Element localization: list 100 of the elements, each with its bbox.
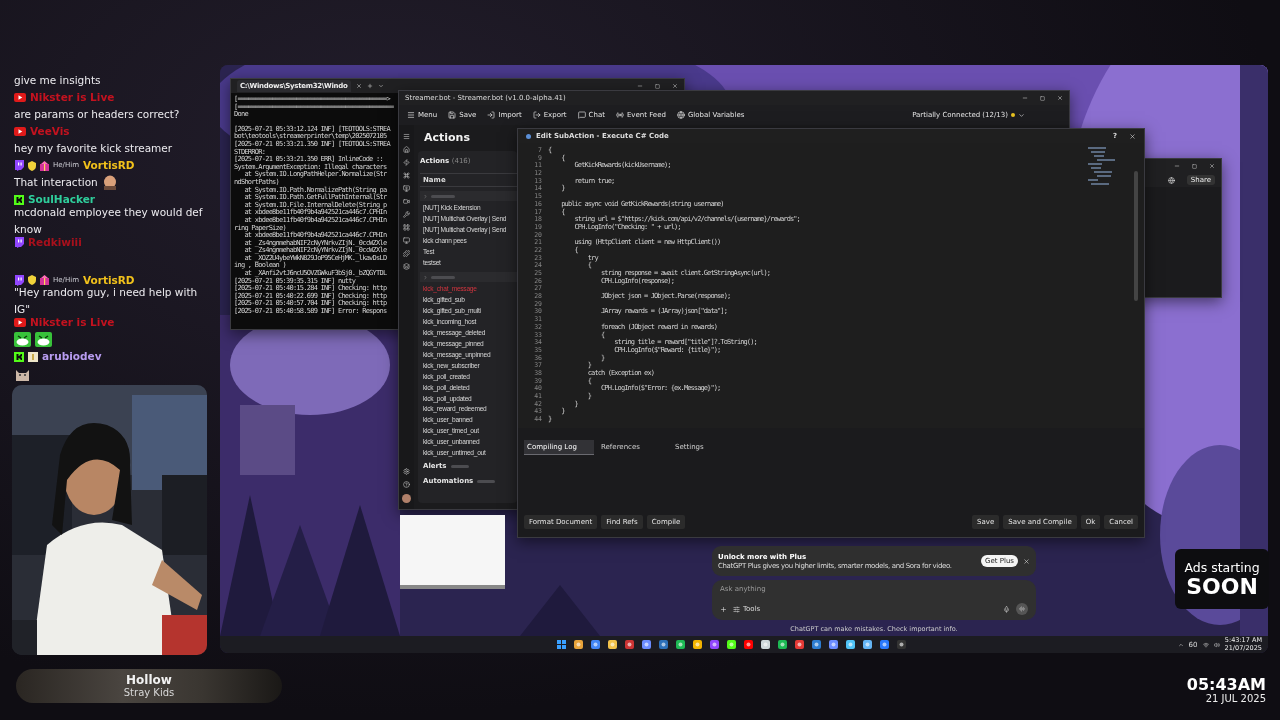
- bald-head-emote-icon: [101, 175, 118, 190]
- chevron-right-icon: [423, 274, 428, 280]
- close-icon[interactable]: [672, 83, 678, 89]
- close-icon[interactable]: [1023, 557, 1030, 565]
- puzzle-icon[interactable]: [403, 250, 410, 257]
- chat-username: Redkiwiii: [28, 234, 82, 250]
- menu-icon: [407, 111, 415, 119]
- speech-badge-icon: [14, 160, 24, 171]
- app-tile-icon[interactable]: [591, 640, 601, 649]
- chat-username: Nikster is Live: [30, 90, 115, 105]
- chat-message: "Hey random guy, i need help with IG": [14, 285, 199, 318]
- grid-icon[interactable]: [403, 224, 410, 231]
- chevron-up-icon[interactable]: [1177, 641, 1184, 648]
- app-tile-icon[interactable]: [744, 640, 754, 649]
- arrow-out-bar-icon: [532, 111, 541, 119]
- maximize-icon[interactable]: [655, 83, 660, 89]
- chat-message: mcdonald employee they would def know: [14, 204, 204, 237]
- close-icon[interactable]: [355, 83, 362, 89]
- gift-badge-icon: [40, 160, 49, 171]
- chat-username: arubiodev: [42, 349, 102, 364]
- video-camera-icon[interactable]: [403, 198, 410, 205]
- page-heading: Actions: [424, 131, 470, 145]
- close-icon[interactable]: [1129, 132, 1136, 140]
- plus-icon[interactable]: [366, 83, 373, 89]
- app-tile-icon[interactable]: [846, 640, 856, 649]
- chat-username: SoulHacker: [28, 192, 95, 207]
- overlay-date: 21 JUL 2025: [1205, 693, 1266, 705]
- hamburger-menu-icon[interactable]: [403, 133, 410, 140]
- four-squares-icon[interactable]: [557, 640, 567, 649]
- speech-badge-icon: [14, 236, 24, 248]
- maximize-icon[interactable]: [1192, 163, 1197, 169]
- play-badge-icon: [14, 318, 26, 327]
- monitor-icon[interactable]: [403, 237, 410, 244]
- app-tile-icon[interactable]: [863, 640, 873, 649]
- app-tile-icon[interactable]: [625, 640, 635, 649]
- monitor-play-icon[interactable]: [403, 185, 410, 192]
- app-tile-icon[interactable]: [608, 640, 618, 649]
- chevron-down-icon: [1018, 111, 1025, 119]
- app-tile-icon[interactable]: [727, 640, 737, 649]
- app-tile-icon[interactable]: [829, 640, 839, 649]
- app-tile-icon[interactable]: [659, 640, 669, 649]
- chat-message: That interaction: [14, 175, 98, 190]
- speech-badge-icon: [14, 274, 24, 286]
- shield-badge-icon: [28, 160, 36, 171]
- play-badge-icon: [14, 127, 26, 136]
- app-tile-icon[interactable]: [574, 640, 584, 649]
- settings-icon[interactable]: [403, 468, 410, 475]
- wrench-icon[interactable]: [403, 211, 410, 218]
- app-tile-icon[interactable]: [642, 640, 652, 649]
- close-icon[interactable]: [1057, 95, 1063, 101]
- chat-message: give me insights: [14, 73, 101, 88]
- overlay-time: 05:43AM: [1186, 676, 1266, 693]
- play-badge-icon: [14, 93, 26, 102]
- laughing-emote-icon: [14, 332, 31, 347]
- layers-icon[interactable]: [403, 263, 410, 270]
- chevron-right-icon: [423, 193, 428, 199]
- chat-username: VeeVis: [30, 124, 70, 139]
- globe-icon[interactable]: [1167, 176, 1175, 184]
- ribbon-badge-icon: [28, 351, 38, 362]
- app-tile-icon[interactable]: [812, 640, 822, 649]
- drop-icon: [526, 133, 531, 139]
- chat-username: VortisRD: [82, 272, 135, 288]
- k-badge-icon: [14, 194, 24, 205]
- chat-username: VortisRD: [82, 158, 135, 173]
- app-tile-icon[interactable]: [778, 640, 788, 649]
- app-tile-icon[interactable]: [693, 640, 703, 649]
- sound-wave-icon: [1019, 606, 1025, 612]
- minimap-drawing: [1088, 147, 1118, 187]
- app-tile-icon[interactable]: [795, 640, 805, 649]
- avatar-icon[interactable]: [402, 494, 411, 503]
- app-tile-icon[interactable]: [897, 640, 907, 649]
- gift-badge-icon: [40, 275, 49, 285]
- wifi-icon[interactable]: [1202, 641, 1209, 648]
- status-dot-icon: [1011, 113, 1015, 117]
- command-icon[interactable]: [403, 172, 410, 179]
- help-icon[interactable]: [403, 481, 410, 488]
- voice-button[interactable]: [1016, 603, 1028, 615]
- chat-message: hey my favorite kick streamer: [14, 141, 173, 156]
- app-tile-icon[interactable]: [761, 640, 771, 649]
- maximize-icon[interactable]: [1040, 95, 1045, 101]
- arrow-into-bar-icon: [487, 111, 496, 119]
- plus-icon[interactable]: [720, 605, 727, 613]
- app-tile-icon[interactable]: [880, 640, 890, 649]
- app-tile-icon[interactable]: [676, 640, 686, 649]
- song-artist: Stray Kids: [123, 686, 175, 699]
- microphone-icon[interactable]: [1003, 605, 1010, 613]
- close-icon[interactable]: [1209, 163, 1215, 169]
- broadcast-icon: [615, 111, 624, 119]
- speaker-icon[interactable]: [1213, 641, 1220, 648]
- k-badge-icon: [14, 351, 24, 362]
- speech-bubble-icon: [577, 111, 586, 119]
- chat-username: Nikster is Live: [30, 315, 115, 330]
- app-tile-icon[interactable]: [710, 640, 720, 649]
- song-title: Hollow: [126, 673, 172, 687]
- sliders-icon: [733, 605, 740, 613]
- chevron-down-icon[interactable]: [377, 83, 384, 89]
- lightning-icon[interactable]: [403, 159, 410, 166]
- home-icon[interactable]: [403, 146, 410, 153]
- ads-label: Ads starting: [1184, 559, 1260, 575]
- shield-badge-icon: [28, 275, 36, 285]
